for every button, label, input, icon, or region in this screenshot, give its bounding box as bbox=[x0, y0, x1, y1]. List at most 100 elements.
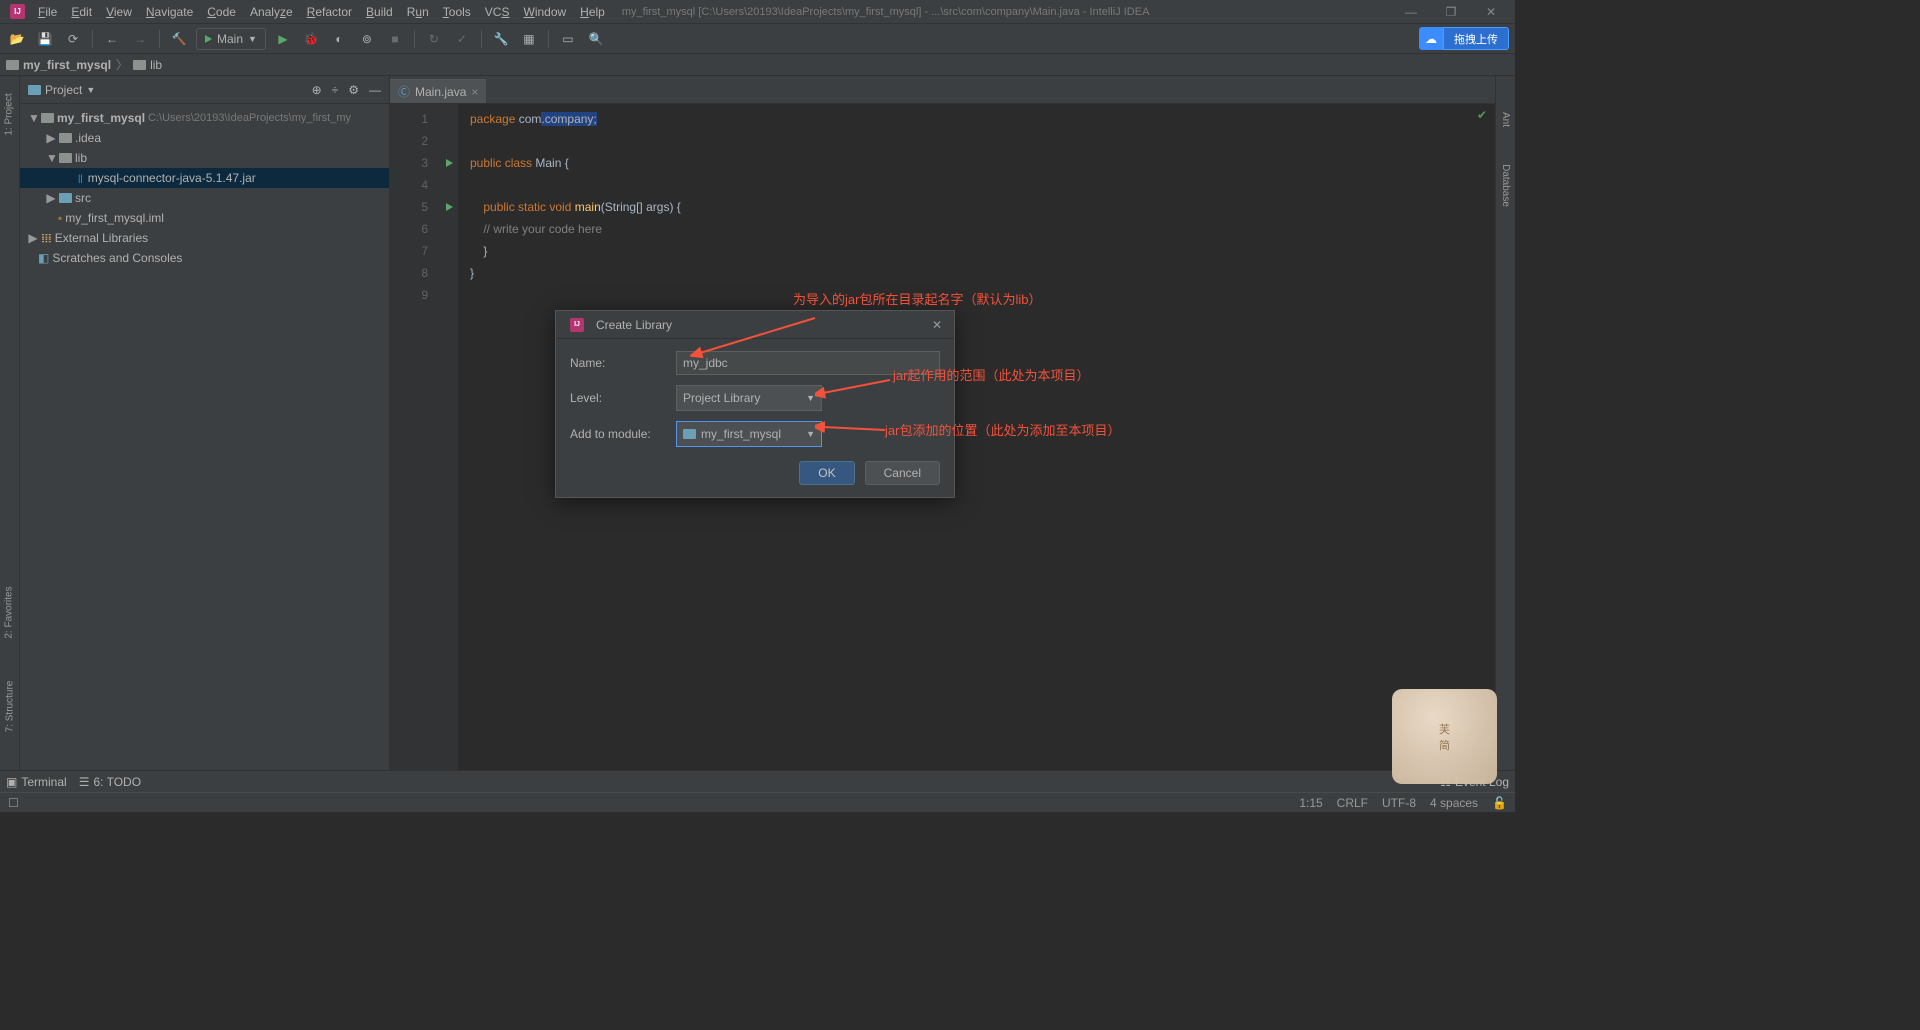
minimize-button[interactable]: — bbox=[1391, 0, 1431, 24]
commit-icon[interactable]: ✓ bbox=[451, 28, 473, 50]
menu-vcs[interactable]: VCS bbox=[478, 0, 517, 24]
build-icon[interactable]: 🔨 bbox=[168, 28, 190, 50]
tree-iml[interactable]: ▪ my_first_mysql.iml bbox=[20, 208, 389, 228]
tab-label: Terminal bbox=[21, 775, 66, 789]
back-icon[interactable]: ← bbox=[101, 28, 123, 50]
run-button[interactable]: ▶ bbox=[272, 28, 294, 50]
maximize-button[interactable]: ❐ bbox=[1431, 0, 1471, 24]
ok-button[interactable]: OK bbox=[799, 461, 854, 485]
collapse-icon[interactable]: ÷ bbox=[332, 83, 339, 97]
menu-edit[interactable]: Edit bbox=[64, 0, 99, 24]
menu-analyze[interactable]: Analyze bbox=[243, 0, 300, 24]
readonly-icon[interactable]: 🔓 bbox=[1492, 796, 1507, 810]
tool-window-database[interactable]: Database bbox=[1500, 164, 1511, 207]
code-text: } bbox=[483, 244, 487, 258]
update-icon[interactable]: ↻ bbox=[423, 28, 445, 50]
settings-icon[interactable]: 🔧 bbox=[490, 28, 512, 50]
open-icon[interactable]: 📂 bbox=[6, 28, 28, 50]
tool-window-favorites[interactable]: 2: Favorites bbox=[4, 586, 15, 638]
gutter-icons bbox=[440, 104, 458, 770]
folder-icon bbox=[59, 193, 72, 203]
menu-code[interactable]: Code bbox=[200, 0, 243, 24]
tree-root[interactable]: ▼ my_first_mysql C:\Users\20193\IdeaProj… bbox=[20, 108, 389, 128]
tree-lib[interactable]: ▼ lib bbox=[20, 148, 389, 168]
menu-navigate[interactable]: Navigate bbox=[139, 0, 200, 24]
run-gutter-icon[interactable] bbox=[446, 203, 453, 211]
tree-scratches[interactable]: ◧ Scratches and Consoles bbox=[20, 248, 389, 268]
search-icon[interactable]: 🔍 bbox=[585, 28, 607, 50]
folder-icon bbox=[6, 60, 19, 70]
crumb-label: my_first_mysql bbox=[23, 58, 111, 72]
menu-help[interactable]: Help bbox=[573, 0, 612, 24]
menu-refactor[interactable]: Refactor bbox=[300, 0, 359, 24]
file-encoding[interactable]: UTF-8 bbox=[1382, 796, 1416, 810]
cloud-upload-icon[interactable]: ☁ bbox=[1419, 27, 1443, 50]
breadcrumb-lib[interactable]: lib bbox=[133, 58, 162, 72]
menu-run[interactable]: Run bbox=[400, 0, 436, 24]
terminal-tab[interactable]: ▣ Terminal bbox=[6, 775, 67, 789]
code-text: com bbox=[519, 112, 542, 126]
stop-icon[interactable]: ■ bbox=[384, 28, 406, 50]
gear-icon[interactable]: ⚙ bbox=[348, 83, 359, 97]
forward-icon[interactable]: → bbox=[129, 28, 151, 50]
locate-icon[interactable]: ⊕ bbox=[312, 83, 322, 97]
coverage-icon[interactable]: ◐ bbox=[328, 28, 350, 50]
close-tab-icon[interactable]: × bbox=[471, 85, 478, 99]
tool-window-ant[interactable]: Ant bbox=[1500, 112, 1511, 127]
upload-button[interactable]: 拖拽上传 bbox=[1443, 27, 1509, 50]
breadcrumb-project[interactable]: my_first_mysql bbox=[6, 58, 111, 72]
folder-icon bbox=[59, 133, 72, 143]
cancel-button[interactable]: Cancel bbox=[865, 461, 940, 485]
tree-path: C:\Users\20193\IdeaProjects\my_first_my bbox=[148, 112, 351, 124]
annotation-text: 为导入的jar包所在目录起名字（默认为lib） bbox=[793, 289, 1041, 308]
structure-icon[interactable]: ▦ bbox=[518, 28, 540, 50]
tree-ext-lib[interactable]: ▶𝍖 External Libraries bbox=[20, 228, 389, 248]
cursor-position[interactable]: 1:15 bbox=[1299, 796, 1322, 810]
level-select[interactable]: Project Library ▼ bbox=[676, 385, 822, 411]
menu-window[interactable]: Window bbox=[516, 0, 573, 24]
dialog-close-button[interactable]: ✕ bbox=[928, 318, 946, 332]
hide-icon[interactable]: — bbox=[369, 83, 381, 97]
run-gutter-icon[interactable] bbox=[446, 159, 453, 167]
save-icon[interactable]: 💾 bbox=[34, 28, 56, 50]
menu-view[interactable]: View bbox=[99, 0, 139, 24]
tree-src[interactable]: ▶ src bbox=[20, 188, 389, 208]
app-icon: IJ bbox=[10, 4, 25, 19]
dropdown-icon: ▼ bbox=[806, 429, 815, 439]
status-icon[interactable]: ☐ bbox=[8, 796, 19, 810]
select-value: my_first_mysql bbox=[701, 427, 781, 441]
code-text: // write your code here bbox=[483, 222, 602, 236]
editor-tab[interactable]: Ⓒ Main.java × bbox=[390, 79, 486, 103]
tool-window-project[interactable]: 1: Project bbox=[4, 93, 15, 135]
tree-idea[interactable]: ▶ .idea bbox=[20, 128, 389, 148]
tree-label: my_first_mysql bbox=[57, 111, 145, 125]
tool-window-structure[interactable]: 7: Structure bbox=[4, 681, 15, 733]
todo-tab[interactable]: ☰ 6: TODO bbox=[79, 775, 141, 789]
code-text: package bbox=[470, 112, 515, 126]
code-text: { bbox=[561, 156, 568, 170]
sync-icon[interactable]: ⟳ bbox=[62, 28, 84, 50]
tree-jar[interactable]: || mysql-connector-java-5.1.47.jar bbox=[20, 168, 389, 188]
close-button[interactable]: ✕ bbox=[1471, 0, 1511, 24]
module-select[interactable]: my_first_mysql ▼ bbox=[676, 421, 822, 447]
indent-setting[interactable]: 4 spaces bbox=[1430, 796, 1478, 810]
tree-label: lib bbox=[75, 151, 87, 165]
line-separator[interactable]: CRLF bbox=[1337, 796, 1368, 810]
crumb-label: lib bbox=[150, 58, 162, 72]
dialog-title: Create Library bbox=[596, 318, 672, 332]
tree-label: Scratches and Consoles bbox=[52, 251, 182, 265]
project-view-selector[interactable]: Project ▼ bbox=[28, 83, 95, 97]
menu-file[interactable]: File bbox=[31, 0, 64, 24]
debug-button[interactable]: 🐞 bbox=[300, 28, 322, 50]
presentation-icon[interactable]: ▭ bbox=[557, 28, 579, 50]
menu-tools[interactable]: Tools bbox=[436, 0, 478, 24]
menu-build[interactable]: Build bbox=[359, 0, 400, 24]
play-icon bbox=[205, 35, 212, 43]
java-class-icon: Ⓒ bbox=[398, 83, 410, 100]
tree-label: src bbox=[75, 191, 91, 205]
run-config-select[interactable]: Main ▼ bbox=[196, 28, 266, 50]
project-icon bbox=[28, 85, 41, 95]
profile-icon[interactable]: ⊚ bbox=[356, 28, 378, 50]
tree-label: External Libraries bbox=[55, 231, 148, 245]
code-text: public class bbox=[470, 156, 535, 170]
